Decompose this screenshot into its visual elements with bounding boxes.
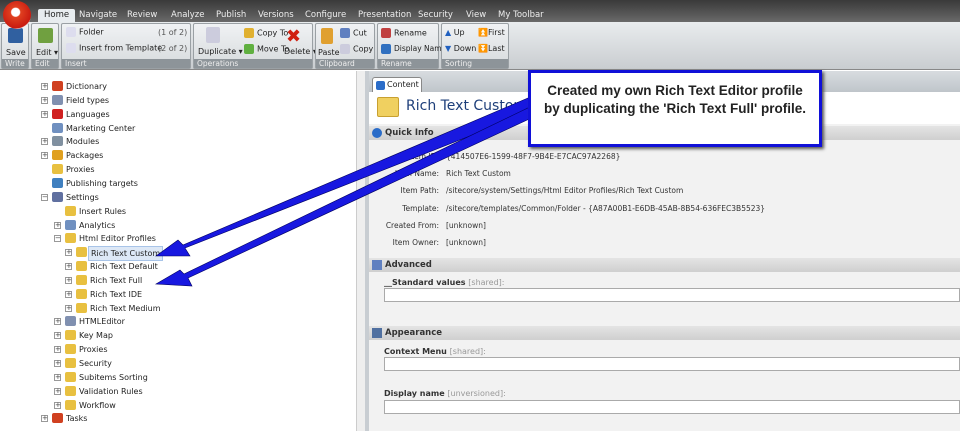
arrow-to-rich-text-custom <box>155 97 537 257</box>
callout-arrows <box>154 97 541 287</box>
callout-line: by duplicating the 'Rich Text Full' prof… <box>544 101 806 116</box>
callout-line: Created my own Rich Text Editor profile <box>547 83 803 98</box>
annotation-callout: Created my own Rich Text Editor profile b… <box>528 70 822 147</box>
arrow-to-rich-text-full <box>154 103 541 287</box>
